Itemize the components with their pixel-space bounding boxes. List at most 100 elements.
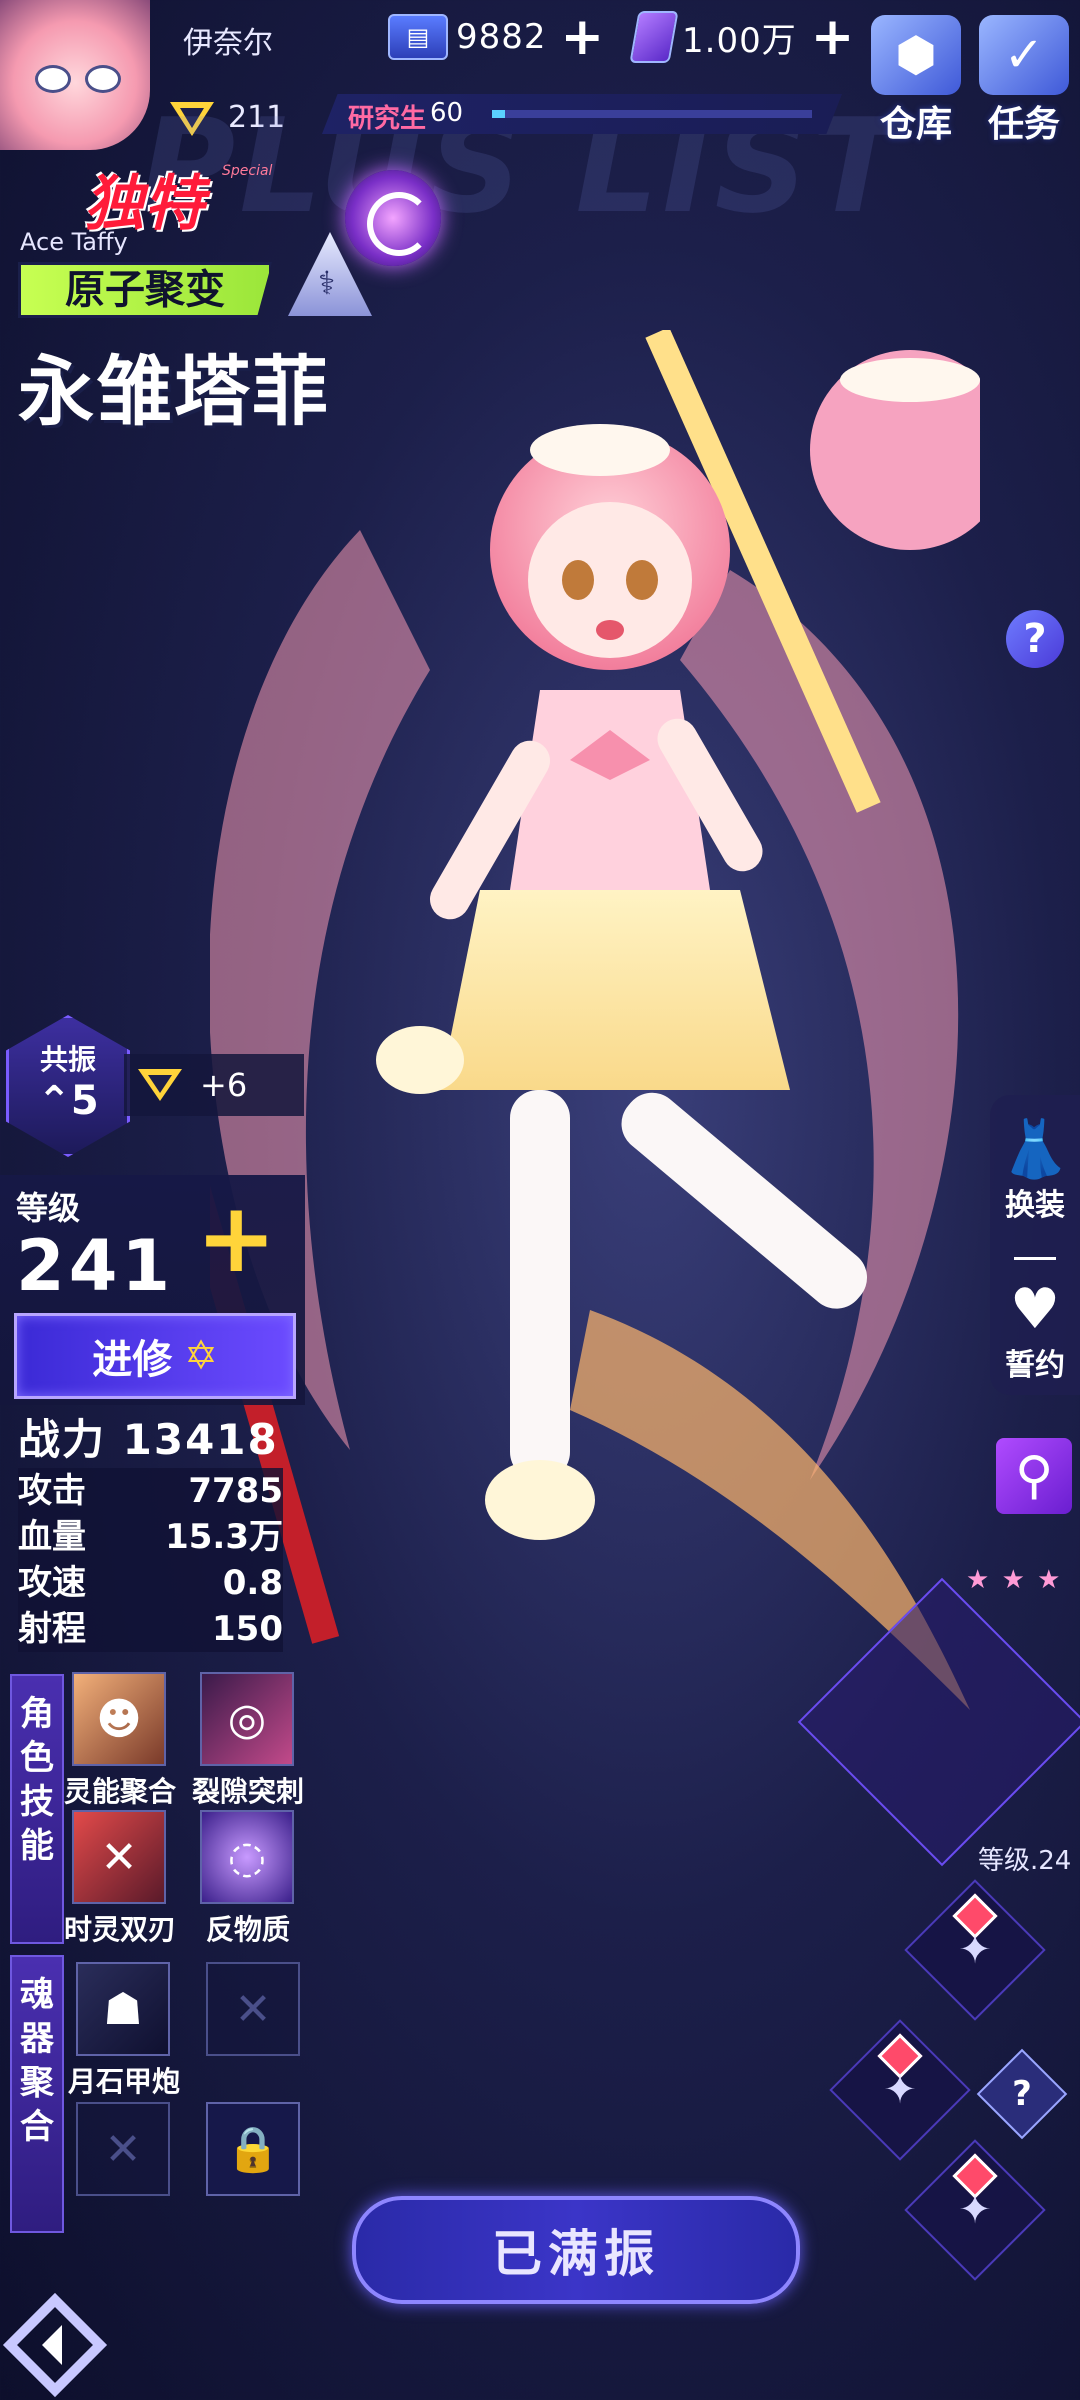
class-tag: 原子聚变 (18, 262, 272, 318)
currency-coins-add-button[interactable]: + (561, 11, 605, 63)
rank-icon (138, 1069, 182, 1101)
avatar-eye-left (35, 65, 71, 93)
vortex-icon: ◎ (200, 1672, 294, 1766)
heart-icon: ♥ (1009, 1277, 1061, 1342)
character-english-name: Ace Taffy (20, 228, 128, 256)
progress-fill (492, 110, 505, 118)
outfit-label: 换装 (1005, 1188, 1065, 1223)
weapon-slot[interactable]: ✦ (904, 2139, 1046, 2281)
skill-name: 时灵双刃 (63, 1913, 176, 1946)
stat-value: 150 (212, 1609, 283, 1649)
level-label: 等级 (16, 1189, 81, 1227)
currency-crystal-value: 1.00万 (682, 20, 797, 61)
lock-icon: 🔒 (206, 2102, 300, 2196)
skill-slot[interactable]: ◌ 反物质 (200, 1810, 294, 1948)
player-name: 伊奈尔 (183, 26, 273, 61)
element-swirl-icon[interactable] (345, 170, 441, 266)
divider (1014, 1257, 1056, 1260)
vow-label: 誓约 (1005, 1348, 1065, 1383)
skill-name: 灵能聚合 (63, 1775, 176, 1808)
stat-row-attack-speed: 攻速 0.8 (18, 1560, 283, 1606)
sparkle-icon: ✦ (958, 2187, 992, 2233)
power-label: 战力 (18, 1415, 107, 1464)
advance-label: 进修 (92, 1337, 173, 1383)
sparkle-icon: ✦ (883, 2067, 917, 2113)
stat-value: 7785 (188, 1471, 283, 1511)
search-icon: ⚲ (1014, 1446, 1054, 1506)
stats-table: 攻击 7785 血量 15.3万 攻速 0.8 射程 150 (18, 1468, 283, 1652)
player-avatar[interactable] (0, 0, 150, 150)
warehouse-label: 仓库 (879, 104, 952, 145)
rarity-sub-label: Special (222, 163, 273, 179)
stat-label: 攻速 (18, 1563, 86, 1603)
weapon-slot[interactable]: ✦ (904, 1879, 1046, 2021)
weapon-help-button[interactable]: ? (976, 2048, 1068, 2140)
vow-button[interactable]: ♥ 誓约 (990, 1280, 1080, 1384)
empty-slot-icon: ✕ (76, 2102, 170, 2196)
advance-button[interactable]: 进修 ✡ (14, 1313, 296, 1399)
weapon-slot[interactable]: ✦ (829, 2019, 971, 2161)
weapon-stars: ★ ★ ★ (966, 1565, 1063, 1595)
soul-slot-empty[interactable]: ✕ (76, 2102, 170, 2196)
soul-slot[interactable]: ☗ 月石甲炮 (68, 1962, 180, 2100)
currency-coins-value: 9882 (456, 17, 547, 57)
skill-slot[interactable]: ☻ 灵能聚合 (64, 1672, 176, 1810)
figure-icon: ☻ (72, 1672, 166, 1766)
coin-stack-icon: ▤ (388, 14, 448, 60)
checkmark-icon: ✓ (979, 15, 1069, 95)
mission-button[interactable]: ✓ 任务 (974, 15, 1074, 145)
warehouse-button[interactable]: ⬢ 仓库 (866, 15, 966, 145)
question-icon: ? (1012, 2074, 1032, 2114)
level-up-button[interactable]: + (196, 1190, 276, 1286)
cannon-icon: ☗ (76, 1962, 170, 2056)
soul-equipment-tab[interactable]: 魂器聚合 (10, 1955, 64, 2233)
blades-icon: ✕ (72, 1810, 166, 1904)
resonance-bonus: +6 (124, 1054, 304, 1116)
resonance-badge[interactable]: 共振 ⌃5 (6, 1015, 130, 1157)
skill-name: 裂隙突刺 (191, 1775, 304, 1808)
avatar-eye-right (85, 65, 121, 93)
dress-icon: 👗 (1000, 1117, 1070, 1182)
stat-label: 攻击 (18, 1471, 86, 1511)
stat-row-range: 射程 150 (18, 1606, 283, 1652)
stat-value: 0.8 (222, 1563, 283, 1603)
currency-coins[interactable]: ▤ 9882 + (388, 11, 605, 63)
stat-label: 血量 (18, 1517, 86, 1557)
level-value: 241 (16, 1225, 175, 1307)
weapon-level: 等级.24 (978, 1846, 1072, 1876)
currency-crystal[interactable]: 1.00万 + (629, 11, 855, 63)
max-resonance-label: 已满振 (492, 2225, 660, 2283)
soul-item-name: 月石甲炮 (67, 2065, 180, 2098)
currency-crystal-add-button[interactable]: + (811, 11, 855, 63)
crystal-icon (629, 11, 679, 63)
combat-power: 战力 13418 (18, 1406, 279, 1467)
resonance-value: ⌃5 (37, 1078, 99, 1124)
title-progress-bar: 研究生 60 (322, 94, 842, 134)
stat-value: 15.3万 (165, 1517, 283, 1557)
back-arrow-icon[interactable] (0, 2290, 110, 2400)
skill-slot[interactable]: ◎ 裂隙突刺 (192, 1672, 304, 1810)
box-icon: ⬢ (871, 15, 961, 95)
resonance-label: 共振 (39, 1043, 96, 1076)
title-label: 研究生 (348, 104, 427, 134)
power-value: 13418 (122, 1415, 279, 1464)
hexagram-icon: ✡ (184, 1333, 218, 1379)
outfit-button[interactable]: 👗 换装 (990, 1120, 1080, 1224)
mission-label: 任务 (987, 104, 1060, 145)
skill-name: 反物质 (205, 1913, 290, 1946)
stat-row-attack: 攻击 7785 (18, 1468, 283, 1514)
stat-row-hp: 血量 15.3万 (18, 1514, 283, 1560)
soul-slot-empty[interactable]: ✕ (206, 1962, 300, 2056)
title-level: 60 (430, 98, 464, 128)
search-button[interactable]: ⚲ (996, 1438, 1072, 1514)
sparkle-icon: ✦ (958, 1927, 992, 1973)
max-resonance-button[interactable]: 已满振 (352, 2196, 800, 2304)
empty-slot-icon: ✕ (206, 1962, 300, 2056)
help-button[interactable]: ? (1006, 610, 1064, 668)
progress-track (492, 110, 812, 118)
swirl-icon: ◌ (200, 1810, 294, 1904)
soul-slot-locked[interactable]: 🔒 (206, 2102, 300, 2196)
skill-slot[interactable]: ✕ 时灵双刃 (64, 1810, 176, 1948)
skills-tab[interactable]: 角色技能 (10, 1674, 64, 1944)
resonance-bonus-value: +6 (200, 1066, 248, 1104)
